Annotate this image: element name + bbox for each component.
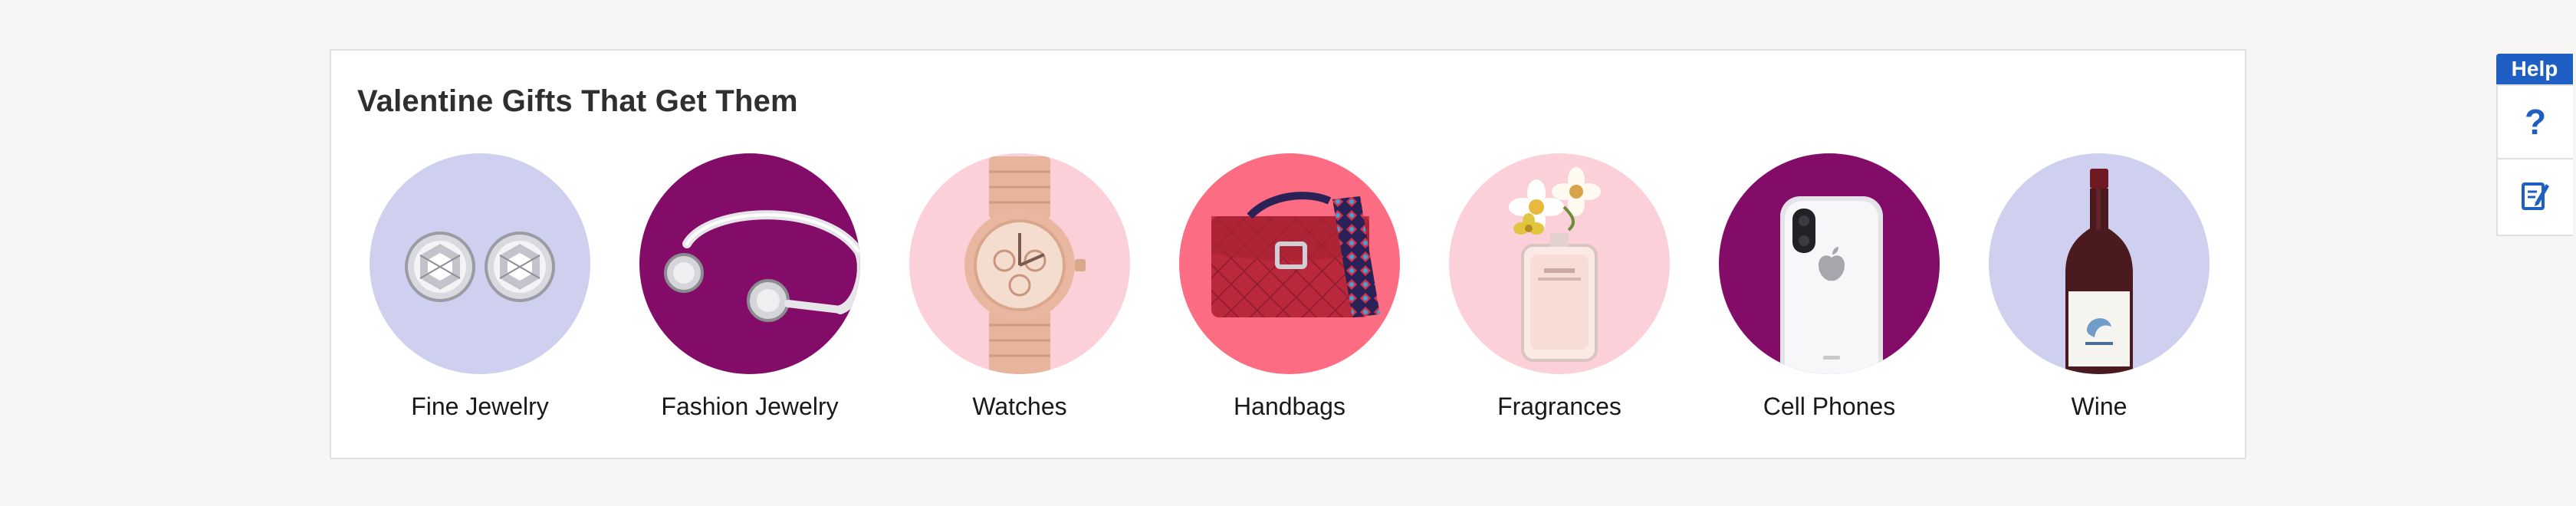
help-tab[interactable]: Help [2496, 54, 2573, 84]
handbag-icon [1211, 192, 1380, 317]
earrings-icon [405, 232, 555, 302]
category-tile-watches[interactable]: Watches [885, 153, 1155, 445]
help-widget: Help ? [2496, 54, 2576, 238]
watch-icon [964, 156, 1086, 374]
category-image-wine [1989, 153, 2210, 374]
category-image-watches [909, 153, 1130, 374]
help-panel: ? [2496, 84, 2573, 236]
wine-bottle-icon [2065, 169, 2133, 374]
valentine-gifts-module: Valentine Gifts That Get Them Fine Jewel… [330, 49, 2246, 459]
feedback-edit-icon [2522, 182, 2549, 210]
category-tile-fine-jewelry[interactable]: Fine Jewelry [345, 153, 615, 445]
category-label: Fine Jewelry [411, 393, 549, 420]
smartphone-icon [1780, 196, 1883, 374]
category-tile-wine[interactable]: Wine [1964, 153, 2234, 445]
category-image-handbags [1179, 153, 1400, 374]
help-question-button[interactable]: ? [2498, 86, 2573, 159]
category-image-fragrances [1449, 153, 1670, 374]
perfume-bottle-icon [1509, 167, 1601, 362]
category-label: Fashion Jewelry [661, 393, 839, 420]
category-tile-fragrances[interactable]: Fragrances [1424, 153, 1694, 445]
category-label: Cell Phones [1763, 393, 1896, 420]
section-title: Valentine Gifts That Get Them [357, 84, 798, 118]
category-label: Fragrances [1497, 393, 1622, 420]
question-mark-icon: ? [2524, 102, 2547, 142]
category-label: Handbags [1234, 393, 1346, 420]
category-tile-cell-phones[interactable]: Cell Phones [1694, 153, 1964, 445]
category-image-fine-jewelry [370, 153, 590, 374]
bangle-bracelet-icon [664, 210, 860, 322]
category-label: Watches [972, 393, 1067, 420]
category-image-fashion-jewelry [639, 153, 860, 374]
feedback-button[interactable] [2498, 159, 2573, 233]
category-tile-handbags[interactable]: Handbags [1155, 153, 1424, 445]
category-image-cell-phones [1719, 153, 1940, 374]
category-label: Wine [2071, 393, 2128, 420]
category-tile-fashion-jewelry[interactable]: Fashion Jewelry [615, 153, 885, 445]
